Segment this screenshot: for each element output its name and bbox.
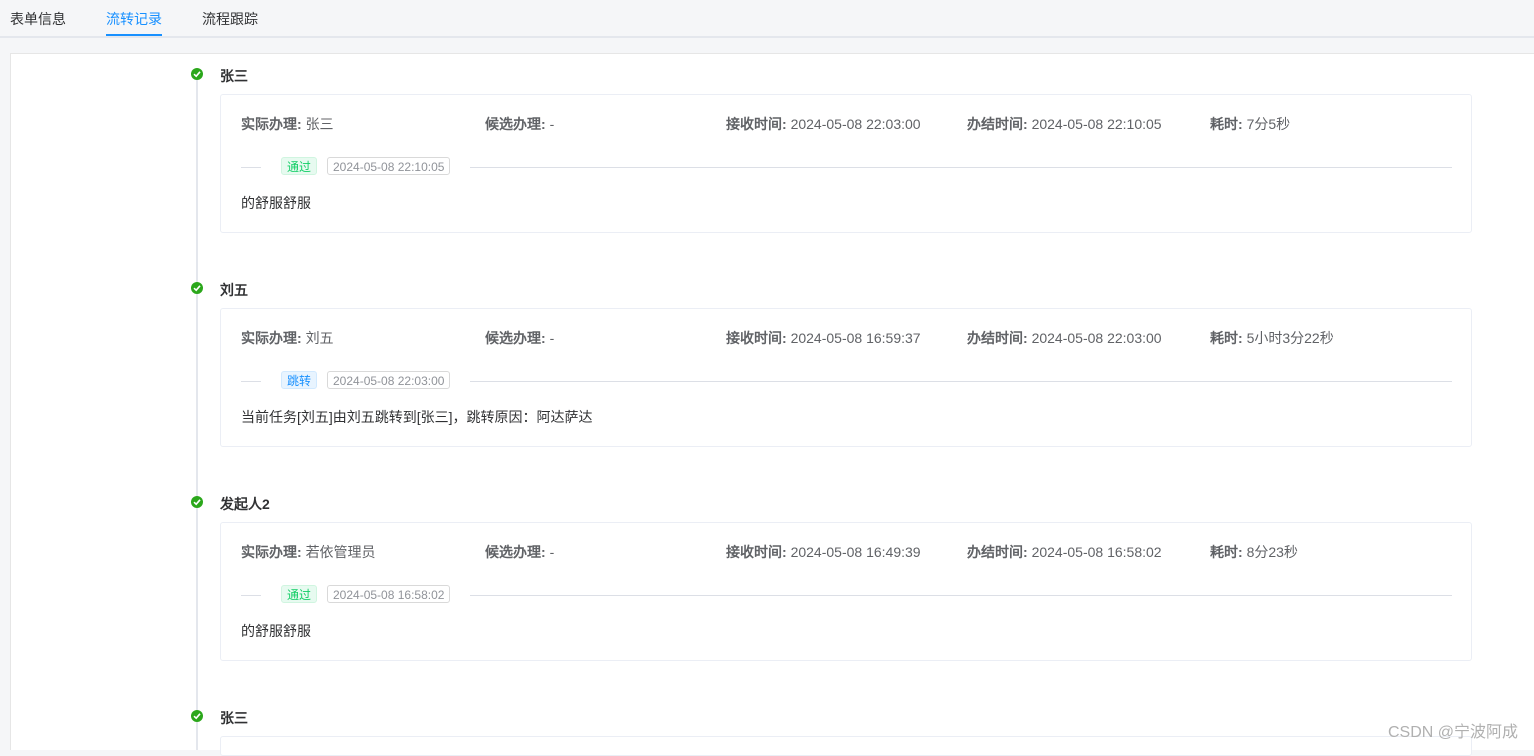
active-tab-indicator xyxy=(106,34,162,36)
candidate-handler-field: 候选办理: - xyxy=(485,114,554,134)
node-title: 张三 xyxy=(220,708,248,728)
duration-label: 耗时: xyxy=(1210,116,1243,132)
status-time-badge: 2024-05-08 22:10:05 xyxy=(327,157,450,175)
actual-handler-label: 实际办理: xyxy=(241,330,302,346)
received-time-label: 接收时间: xyxy=(726,330,787,346)
comment-text: 的舒服舒服 xyxy=(241,193,311,213)
check-circle-icon xyxy=(191,710,203,722)
comment-text: 的舒服舒服 xyxy=(241,621,311,641)
node-title: 刘五 xyxy=(220,280,248,300)
tab-form-info[interactable]: 表单信息 xyxy=(10,10,66,28)
divider xyxy=(241,381,261,382)
finished-time-label: 办结时间: xyxy=(967,544,1028,560)
status-badge: 跳转 xyxy=(281,371,317,389)
candidate-handler-label: 候选办理: xyxy=(485,116,546,132)
status-badge: 通过 xyxy=(281,585,317,603)
finished-time-label: 办结时间: xyxy=(967,330,1028,346)
candidate-handler-value: - xyxy=(550,330,555,346)
actual-handler-label: 实际办理: xyxy=(241,116,302,132)
actual-handler-label: 实际办理: xyxy=(241,544,302,560)
divider xyxy=(470,595,1452,596)
received-time-field: 接收时间: 2024-05-08 16:59:37 xyxy=(726,328,921,348)
candidate-handler-label: 候选办理: xyxy=(485,330,546,346)
comment-text: 当前任务[刘五]由刘五跳转到[张三]，跳转原因：阿达萨达 xyxy=(241,407,593,427)
duration-label: 耗时: xyxy=(1210,544,1243,560)
actual-handler-value: 张三 xyxy=(306,116,334,132)
received-time-field: 接收时间: 2024-05-08 22:03:00 xyxy=(726,114,921,134)
divider xyxy=(470,381,1452,382)
tab-flow-tracking[interactable]: 流程跟踪 xyxy=(202,10,258,28)
duration-label: 耗时: xyxy=(1210,330,1243,346)
received-time-label: 接收时间: xyxy=(726,544,787,560)
node-title: 发起人2 xyxy=(220,494,270,514)
record-card: 实际办理: 若依管理员 候选办理: - 接收时间: 2024-05-08 16:… xyxy=(220,522,1472,661)
duration-value: 8分23秒 xyxy=(1247,544,1298,560)
candidate-handler-label: 候选办理: xyxy=(485,544,546,560)
status-time-badge: 2024-05-08 16:58:02 xyxy=(327,585,450,603)
tab-flow-records[interactable]: 流转记录 xyxy=(106,10,162,28)
finished-time-field: 办结时间: 2024-05-08 22:10:05 xyxy=(967,114,1162,134)
finished-time-value: 2024-05-08 16:58:02 xyxy=(1032,544,1162,560)
duration-field: 耗时: 5小时3分22秒 xyxy=(1210,328,1334,348)
received-time-field: 接收时间: 2024-05-08 16:49:39 xyxy=(726,542,921,562)
duration-field: 耗时: 8分23秒 xyxy=(1210,542,1298,562)
check-circle-icon xyxy=(191,496,203,508)
tab-bar: 表单信息 流转记录 流程跟踪 xyxy=(0,0,1534,38)
received-time-value: 2024-05-08 16:59:37 xyxy=(791,330,921,346)
check-circle-icon xyxy=(191,282,203,294)
timeline-line xyxy=(196,75,198,750)
finished-time-value: 2024-05-08 22:10:05 xyxy=(1032,116,1162,132)
finished-time-field: 办结时间: 2024-05-08 22:03:00 xyxy=(967,328,1162,348)
received-time-label: 接收时间: xyxy=(726,116,787,132)
actual-handler-field: 实际办理: 张三 xyxy=(241,114,334,134)
candidate-handler-field: 候选办理: - xyxy=(485,542,554,562)
actual-handler-field: 实际办理: 刘五 xyxy=(241,328,334,348)
received-time-value: 2024-05-08 22:03:00 xyxy=(791,116,921,132)
actual-handler-value: 若依管理员 xyxy=(306,544,376,560)
node-title: 张三 xyxy=(220,66,248,86)
record-card xyxy=(220,736,1472,756)
candidate-handler-value: - xyxy=(550,116,555,132)
finished-time-value: 2024-05-08 22:03:00 xyxy=(1032,330,1162,346)
record-card: 实际办理: 刘五 候选办理: - 接收时间: 2024-05-08 16:59:… xyxy=(220,308,1472,447)
divider xyxy=(241,167,261,168)
divider xyxy=(470,167,1452,168)
watermark: CSDN @宁波阿成 xyxy=(1388,718,1518,742)
finished-time-label: 办结时间: xyxy=(967,116,1028,132)
actual-handler-field: 实际办理: 若依管理员 xyxy=(241,542,376,562)
candidate-handler-value: - xyxy=(550,544,555,560)
record-card: 实际办理: 张三 候选办理: - 接收时间: 2024-05-08 22:03:… xyxy=(220,94,1472,233)
duration-value: 5小时3分22秒 xyxy=(1247,330,1334,346)
divider xyxy=(241,595,261,596)
finished-time-field: 办结时间: 2024-05-08 16:58:02 xyxy=(967,542,1162,562)
actual-handler-value: 刘五 xyxy=(306,330,334,346)
duration-value: 7分5秒 xyxy=(1247,116,1291,132)
status-time-badge: 2024-05-08 22:03:00 xyxy=(327,371,450,389)
check-circle-icon xyxy=(191,68,203,80)
status-badge: 通过 xyxy=(281,157,317,175)
duration-field: 耗时: 7分5秒 xyxy=(1210,114,1290,134)
candidate-handler-field: 候选办理: - xyxy=(485,328,554,348)
received-time-value: 2024-05-08 16:49:39 xyxy=(791,544,921,560)
